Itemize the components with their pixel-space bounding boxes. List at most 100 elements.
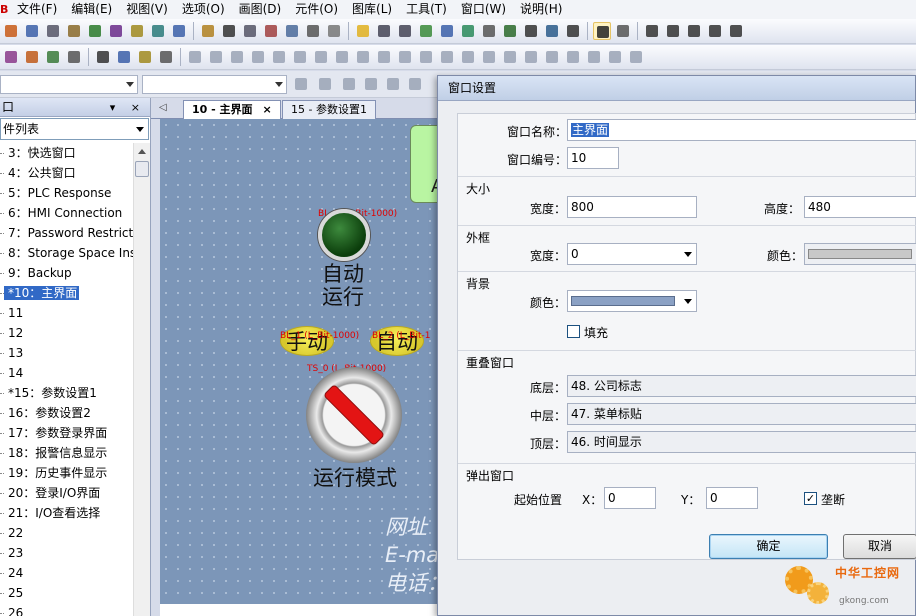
nudge-right-icon[interactable]: [522, 48, 540, 66]
fill-checkbox[interactable]: [567, 325, 580, 338]
middle-layer-select[interactable]: 47. 菜单标贴: [567, 403, 916, 425]
window-list-item[interactable]: 6：HMI Connection: [0, 203, 133, 223]
cross-icon[interactable]: [685, 22, 703, 40]
datetime-icon[interactable]: [543, 22, 561, 40]
window-list-item[interactable]: 16：参数设置2: [0, 403, 133, 423]
menu-draw[interactable]: 画图(D): [232, 0, 289, 19]
same-height-icon[interactable]: [333, 48, 351, 66]
table-icon[interactable]: [149, 22, 167, 40]
line-icon[interactable]: [643, 22, 661, 40]
send-back-icon[interactable]: [438, 48, 456, 66]
print-icon[interactable]: [44, 22, 62, 40]
width-input[interactable]: 800: [567, 196, 697, 218]
same-size-icon[interactable]: [354, 48, 372, 66]
window-list-item[interactable]: 7：Password Restrict: [0, 223, 133, 243]
distribute-h-icon[interactable]: [375, 48, 393, 66]
y-input[interactable]: 0: [706, 487, 758, 509]
picture-icon[interactable]: [115, 48, 133, 66]
align-center-icon[interactable]: [207, 48, 225, 66]
bitmap-icon[interactable]: [262, 22, 280, 40]
menu-file[interactable]: 文件(F): [10, 0, 64, 19]
align-left-icon[interactable]: [186, 48, 204, 66]
menu-library[interactable]: 图库(L): [345, 0, 399, 19]
download-icon[interactable]: [128, 22, 146, 40]
group-icon[interactable]: [23, 48, 41, 66]
toggle-icon[interactable]: [459, 22, 477, 40]
pen-icon[interactable]: [199, 22, 217, 40]
text-align-center-icon[interactable]: [362, 75, 380, 93]
window-list-scrollbar[interactable]: [133, 143, 150, 616]
frame-width-select[interactable]: 0: [567, 243, 697, 265]
cancel-button[interactable]: 取消: [843, 534, 916, 559]
window-list-item[interactable]: 8：Storage Space Ins: [0, 243, 133, 263]
simulate-icon[interactable]: [107, 22, 125, 40]
go-icon[interactable]: [627, 48, 645, 66]
nudge-down-icon[interactable]: [480, 48, 498, 66]
tab-param-settings[interactable]: 15 - 参数设置1: [282, 100, 376, 119]
text-align-right-icon[interactable]: [384, 75, 402, 93]
align-right-icon[interactable]: [228, 48, 246, 66]
window-list-item[interactable]: 18：报警信息显示: [0, 443, 133, 463]
bring-front-icon[interactable]: [417, 48, 435, 66]
font-smaller-icon[interactable]: [316, 75, 334, 93]
font-bigger-icon[interactable]: [292, 75, 310, 93]
bottom-layer-select[interactable]: 48. 公司标志: [567, 375, 916, 397]
label-icon[interactable]: [241, 22, 259, 40]
scroll-thumb[interactable]: [135, 161, 149, 177]
window-list-item[interactable]: 17：参数登录界面: [0, 423, 133, 443]
font-combo[interactable]: [0, 75, 138, 94]
word-lamp-icon[interactable]: [396, 22, 414, 40]
window-list-item[interactable]: 20：登录I/O界面: [0, 483, 133, 503]
list-icon[interactable]: [65, 48, 83, 66]
ascii-display-icon[interactable]: [522, 22, 540, 40]
tab-nav-left-icon[interactable]: ◁: [159, 102, 167, 113]
scroll-up-icon[interactable]: [138, 149, 146, 154]
set-bit-icon[interactable]: [417, 22, 435, 40]
window-number-input[interactable]: 10: [567, 147, 619, 169]
panel-controls[interactable]: ▾ ×: [110, 98, 146, 117]
flip-icon[interactable]: [543, 48, 561, 66]
bulb-icon[interactable]: [354, 22, 372, 40]
window-list-item[interactable]: 25: [0, 583, 133, 603]
window-list-item[interactable]: 13: [0, 343, 133, 363]
window-list-item[interactable]: 22: [0, 523, 133, 543]
mode-selector-switch[interactable]: [306, 367, 402, 463]
numeric-display-icon[interactable]: [501, 22, 519, 40]
bit-lamp-icon[interactable]: [375, 22, 393, 40]
menu-options[interactable]: 选项(O): [175, 0, 232, 19]
run-lamp-indicator[interactable]: [318, 209, 370, 261]
polyline-icon[interactable]: [664, 22, 682, 40]
menu-help[interactable]: 说明(H): [513, 0, 569, 19]
menu-window[interactable]: 窗口(W): [454, 0, 513, 19]
set-word-icon[interactable]: [438, 22, 456, 40]
music-icon[interactable]: [94, 48, 112, 66]
arc-icon[interactable]: [706, 22, 724, 40]
window-list-item[interactable]: 26: [0, 603, 133, 616]
top-layer-select[interactable]: 46. 时间显示: [567, 431, 916, 453]
frame-color-picker[interactable]: [804, 243, 916, 265]
font-size-combo[interactable]: [142, 75, 287, 94]
grid-icon[interactable]: [585, 48, 603, 66]
menu-parts[interactable]: 元件(O): [288, 0, 345, 19]
window-list-item[interactable]: 3：快选窗口: [0, 143, 133, 163]
address-icon[interactable]: [44, 48, 62, 66]
window-list-item[interactable]: 5：PLC Response: [0, 183, 133, 203]
vector-icon[interactable]: [283, 22, 301, 40]
pointer-icon[interactable]: [593, 22, 611, 40]
window-list-item[interactable]: 23: [0, 543, 133, 563]
circle-icon[interactable]: [727, 22, 745, 40]
layer-icon[interactable]: [2, 48, 20, 66]
function-key-icon[interactable]: [480, 22, 498, 40]
height-input[interactable]: 480: [804, 196, 916, 218]
window-list-item[interactable]: 9：Backup: [0, 263, 133, 283]
window-list-item[interactable]: 11: [0, 303, 133, 323]
menu-tools[interactable]: 工具(T): [399, 0, 454, 19]
copy-icon[interactable]: [23, 22, 41, 40]
compile-icon[interactable]: [86, 22, 104, 40]
distribute-v-icon[interactable]: [396, 48, 414, 66]
select-window-icon[interactable]: [614, 22, 632, 40]
clock-icon[interactable]: [564, 22, 582, 40]
exclusive-checkbox[interactable]: ✓: [804, 492, 817, 505]
window-list-item[interactable]: 19：历史事件显示: [0, 463, 133, 483]
x-input[interactable]: 0: [604, 487, 656, 509]
